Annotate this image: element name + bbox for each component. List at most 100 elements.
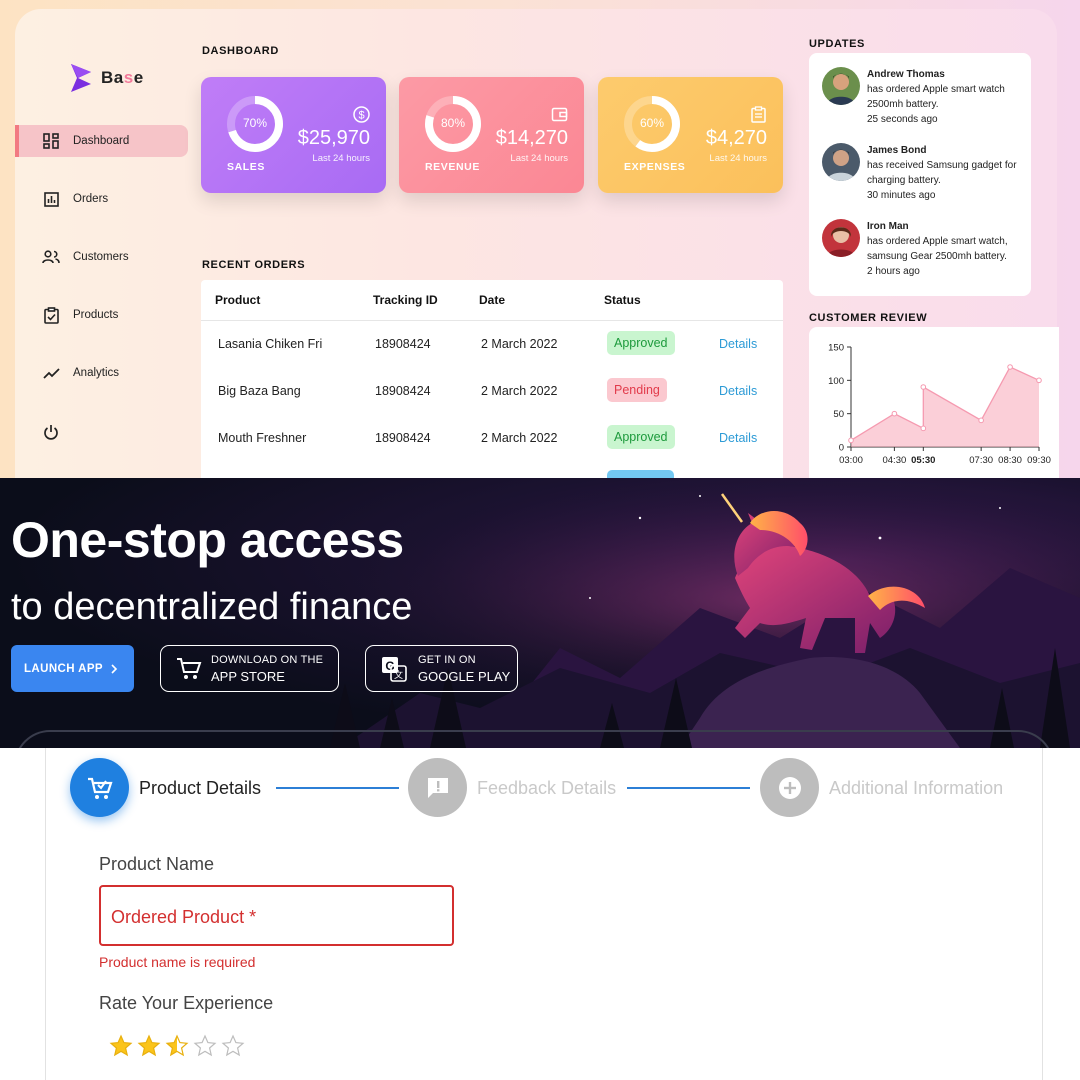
bar-chart-icon xyxy=(42,190,60,208)
nav-label: Dashboard xyxy=(73,135,130,147)
order-tracking-id: 18908424 xyxy=(375,431,431,445)
details-link[interactable]: Details xyxy=(719,337,757,351)
nav-item-analytics[interactable]: Analytics xyxy=(15,357,188,389)
data-point xyxy=(920,425,927,432)
step-label: Feedback Details xyxy=(477,778,617,798)
y-tick-label: 150 xyxy=(828,343,844,354)
step-connector xyxy=(627,787,750,789)
dollar-icon: $ xyxy=(353,106,370,123)
data-point xyxy=(891,410,898,417)
order-date: 2 March 2022 xyxy=(481,431,558,445)
update-time: 2 hours ago xyxy=(867,266,920,277)
nav-item-orders[interactable]: Orders xyxy=(15,183,188,215)
star-icon[interactable] xyxy=(193,1034,217,1058)
step-connector xyxy=(276,787,399,789)
feedback-icon xyxy=(427,777,448,798)
star-icon[interactable] xyxy=(109,1034,133,1058)
orders-table: Product Tracking ID Date Status Lasania … xyxy=(201,280,783,478)
step-label: Product Details xyxy=(139,778,262,798)
order-tracking-id: 18908424 xyxy=(375,384,431,398)
step-feedback-details[interactable] xyxy=(408,758,467,817)
stat-card-sales[interactable]: 70% SALES $ $25,970 Last 24 hours xyxy=(201,77,386,193)
x-tick-label: 03:00 xyxy=(839,455,863,466)
stat-label: EXPENSES xyxy=(624,161,686,173)
logo: Base xyxy=(69,63,144,93)
data-point xyxy=(920,384,927,390)
star-rating[interactable] xyxy=(109,1034,245,1058)
nav-item-dashboard[interactable]: Dashboard xyxy=(15,125,188,157)
x-tick-label: 04:30 xyxy=(882,455,906,466)
hero-bottom-frame xyxy=(14,730,1054,748)
stat-card-expenses[interactable]: 60% EXPENSES $4,270 Last 24 hours xyxy=(598,77,783,193)
star-icon[interactable] xyxy=(165,1034,189,1058)
details-link[interactable]: Details xyxy=(719,431,757,445)
clipboard-check-icon xyxy=(42,306,60,324)
logo-text: Base xyxy=(101,68,144,87)
power-icon xyxy=(42,423,60,441)
chevron-right-icon xyxy=(111,663,118,674)
step-label: Additional Information xyxy=(829,778,1004,798)
stat-label: SALES xyxy=(227,161,266,173)
nav-item-customers[interactable]: Customers xyxy=(15,241,188,273)
nav-label: Orders xyxy=(73,193,109,205)
column-header: Date xyxy=(479,293,506,307)
order-date: 2 March 2022 xyxy=(481,384,558,398)
product-name-error: Product name is required xyxy=(99,954,256,970)
step-product-details[interactable] xyxy=(70,758,129,817)
stat-card-revenue[interactable]: 80% REVENUE $14,270 Last 24 hours xyxy=(399,77,584,193)
google-play-button[interactable]: G 文 GET IN ON GOOGLE PLAY xyxy=(365,645,518,692)
x-tick-label: 07:30 xyxy=(969,455,993,466)
sidebar: Base Dashboard Orders Customers Products xyxy=(15,9,200,478)
star-icon[interactable] xyxy=(137,1034,161,1058)
order-product: Big Baza Bang xyxy=(218,384,301,398)
product-name-input[interactable]: Ordered Product * xyxy=(99,885,454,946)
logout-button[interactable] xyxy=(15,416,188,448)
svg-text:文: 文 xyxy=(394,669,403,680)
details-link[interactable]: Details xyxy=(719,384,757,398)
y-tick-label: 100 xyxy=(828,376,844,387)
updates-panel: Andrew Thomas has ordered Apple smart wa… xyxy=(809,53,1031,296)
data-point xyxy=(978,417,984,424)
data-point xyxy=(848,437,854,444)
wallet-icon xyxy=(551,107,568,122)
launch-app-button[interactable]: LAUNCH APP xyxy=(11,645,134,692)
clipboard-icon xyxy=(751,106,766,123)
order-product: Lasania Chiken Fri xyxy=(218,337,323,351)
status-badge: Pending xyxy=(607,378,667,402)
stat-percent: 70% xyxy=(242,116,268,130)
star-icon[interactable] xyxy=(221,1034,245,1058)
update-text: has received Samsung gadget for charging… xyxy=(867,160,1017,186)
column-header: Status xyxy=(604,293,641,307)
stat-period: Last 24 hours xyxy=(709,153,767,164)
hero-headline: One-stop access xyxy=(11,512,404,568)
order-tracking-id: 18908424 xyxy=(375,337,431,351)
nav-item-products[interactable]: Products xyxy=(15,299,188,331)
nav-label: Products xyxy=(73,309,119,321)
x-tick-label: 09:30 xyxy=(1027,455,1051,466)
update-text: has ordered Apple smart watch, samsung G… xyxy=(867,236,1008,262)
stat-period: Last 24 hours xyxy=(510,153,568,164)
stat-amount: $4,270 xyxy=(705,127,767,149)
column-header: Product xyxy=(215,293,261,307)
stat-percent: 80% xyxy=(440,116,466,130)
update-time: 25 seconds ago xyxy=(867,114,938,125)
rate-experience-label: Rate Your Experience xyxy=(99,993,274,1013)
dashboard-grid-icon xyxy=(42,132,60,150)
product-name-placeholder: Ordered Product * xyxy=(111,907,257,927)
review-area-chart: 0 50 100 150 03:00 04:30 05:30 07:30 08:30 09:30 xyxy=(828,343,1051,467)
avatar xyxy=(822,67,860,105)
app-store-button[interactable]: DOWNLOAD ON THE APP STORE xyxy=(160,645,339,692)
google-play-line1: GET IN ON xyxy=(418,653,476,666)
status-badge: Approved xyxy=(607,425,675,449)
stat-amount: $25,970 xyxy=(297,127,370,149)
google-play-line2: GOOGLE PLAY xyxy=(418,668,511,684)
x-tick-label: 08:30 xyxy=(998,455,1022,466)
avatar xyxy=(822,143,860,181)
step-additional-information[interactable] xyxy=(760,758,819,817)
updates-title: UPDATES xyxy=(809,38,865,50)
y-tick-label: 0 xyxy=(839,443,844,454)
review-area xyxy=(851,367,1039,447)
update-name: Andrew Thomas xyxy=(867,69,945,80)
launch-app-label: LAUNCH APP xyxy=(24,662,103,675)
status-badge-partial xyxy=(607,470,674,478)
